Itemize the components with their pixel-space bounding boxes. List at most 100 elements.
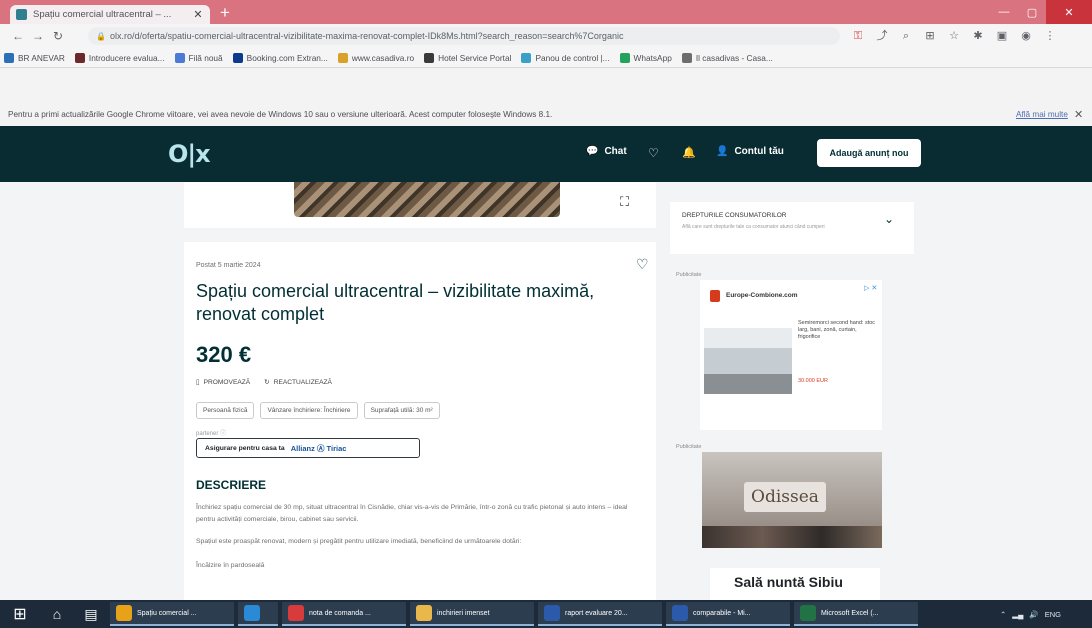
- ad-brand-logo-icon: [710, 290, 720, 302]
- promo-actions: ▯ PROMOVEAZĂ ↻ REACTUALIZEAZĂ: [196, 378, 332, 387]
- extensions-puzzle-icon[interactable]: ✱: [968, 26, 988, 46]
- wedding-hall-ad[interactable]: Sală nuntă Sibiu: [710, 568, 880, 600]
- chevron-down-icon[interactable]: ⌄: [884, 212, 894, 226]
- listing-photo[interactable]: [294, 182, 560, 217]
- chat-label: Chat: [604, 146, 627, 157]
- bookmark-favicon-icon: [4, 52, 14, 63]
- account-label: Contul tău: [734, 146, 784, 157]
- listing-tag: Vânzare închiriere: Închiriere: [260, 402, 358, 419]
- install-icon[interactable]: ⊞: [920, 26, 940, 46]
- bookmark-favicon-icon: [424, 52, 435, 63]
- reload-icon[interactable]: ↻: [48, 26, 68, 46]
- ad-choices-icon[interactable]: ▷ ✕: [864, 284, 877, 292]
- refresh-icon: ↻: [264, 379, 270, 386]
- volume-icon[interactable]: 🔊: [1029, 610, 1038, 619]
- consumer-rights-panel[interactable]: DREPTURILE CONSUMATORILOR Află care sunt…: [670, 202, 914, 254]
- window-minimize-icon[interactable]: —: [990, 0, 1018, 24]
- bookmark-label: Booking.com Extran...: [246, 52, 328, 63]
- task-app-icon: [800, 605, 816, 621]
- learn-more-link[interactable]: Află mai multe: [1016, 110, 1068, 119]
- gallery-card: ⛶: [184, 182, 656, 228]
- listing-price: 320 €: [196, 342, 252, 367]
- home-icon[interactable]: ⌂: [40, 600, 74, 628]
- bookmark-item[interactable]: Il casadivas - Casa...: [681, 52, 773, 63]
- tray-arrow-icon[interactable]: ⌃: [1000, 610, 1006, 619]
- refresh-action[interactable]: ↻ REACTUALIZEAZĂ: [264, 378, 332, 387]
- bookmark-item[interactable]: BR ANEVAR: [4, 52, 65, 63]
- window-maximize-icon[interactable]: ▢: [1018, 0, 1046, 24]
- ad-people-image: [702, 526, 882, 548]
- bookmark-item[interactable]: WhatsApp: [619, 52, 672, 63]
- save-heart-icon[interactable]: ♡: [636, 256, 649, 273]
- venue-ad[interactable]: Odissea: [702, 452, 882, 548]
- file-explorer-icon[interactable]: ▤: [74, 600, 108, 628]
- new-tab-plus-icon[interactable]: +: [216, 4, 234, 22]
- bookmark-item[interactable]: Booking.com Extran...: [232, 52, 328, 63]
- windows-taskbar: ⊞ ⌂ ▤ Spațiu comercial ... nota de comand…: [0, 600, 1092, 628]
- bookmark-item[interactable]: www.casadiva.ro: [337, 52, 415, 63]
- description-paragraph: Închiriez spațiu comercial de 30 mp, sit…: [196, 504, 628, 523]
- browser-tab[interactable]: Spațiu comercial ultracentral – ... ✕: [10, 5, 210, 24]
- chat-link[interactable]: 💬 Chat: [586, 146, 627, 157]
- partner-label: partener ⓘ: [196, 431, 227, 437]
- description-paragraph: Spațiul este proaspăt renovat, modern și…: [196, 538, 522, 545]
- bookmark-icon: ▯: [196, 379, 200, 386]
- forward-arrow-icon[interactable]: →: [28, 26, 48, 46]
- bookmark-item[interactable]: Filă nouă: [174, 52, 223, 63]
- profile-avatar-icon[interactable]: ◉: [1016, 26, 1036, 46]
- olx-logo[interactable]: O|x: [168, 140, 211, 168]
- zoom-icon[interactable]: ⌕: [896, 26, 916, 46]
- task-label: nota de comanda ...: [309, 609, 371, 617]
- insurance-banner[interactable]: Asigurare pentru casa ta Allianz Ⓐ Tiria…: [196, 438, 420, 458]
- update-info-bar: Pentru a primi actualizările Google Chro…: [0, 102, 1092, 126]
- bookmark-favicon-icon: [521, 52, 532, 63]
- bookmark-label: Il casadivas - Casa...: [695, 52, 773, 63]
- fullscreen-expand-icon[interactable]: ⛶: [620, 194, 629, 210]
- back-arrow-icon[interactable]: ←: [8, 26, 28, 46]
- insurance-brand: Allianz Ⓐ Tiriac: [290, 443, 347, 453]
- extension-key-icon[interactable]: ⚿: [848, 26, 868, 46]
- language-indicator[interactable]: ENG: [1045, 610, 1061, 619]
- truck-ad[interactable]: Europe-Combione.com ▷ ✕ Semiremorci seco…: [700, 280, 882, 430]
- share-icon[interactable]: ⤴: [872, 26, 892, 46]
- taskbar-task[interactable]: raport evaluare 20...: [538, 602, 662, 626]
- task-label: inchirieri imenset: [437, 609, 490, 617]
- taskbar-task[interactable]: inchirieri imenset: [410, 602, 534, 626]
- taskbar-task[interactable]: Spațiu comercial ...: [110, 602, 234, 626]
- bookmark-item[interactable]: Introducere evalua...: [74, 52, 165, 63]
- bookmark-favicon-icon: [337, 52, 348, 63]
- info-close-icon[interactable]: ✕: [1074, 108, 1083, 121]
- info-area-background: [0, 68, 1092, 102]
- promote-action[interactable]: ▯ PROMOVEAZĂ: [196, 378, 250, 387]
- ad-truck-image: [704, 328, 792, 394]
- bookmark-item[interactable]: Hotel Service Portal: [424, 52, 511, 63]
- taskbar-task[interactable]: nota de comanda ...: [282, 602, 406, 626]
- taskbar-task[interactable]: [238, 602, 278, 626]
- bookmark-label: www.casadiva.ro: [351, 52, 415, 63]
- address-bar[interactable]: 🔒 olx.ro/d/oferta/spatiu-comercial-ultra…: [88, 27, 840, 45]
- sidepanel-icon[interactable]: ▣: [992, 26, 1012, 46]
- info-message: Pentru a primi actualizările Google Chro…: [8, 109, 553, 119]
- task-app-icon: [544, 605, 560, 621]
- windows-start-icon[interactable]: ⊞: [0, 600, 40, 628]
- notifications-bell-icon[interactable]: 🔔: [682, 146, 696, 159]
- bookmark-label: Filă nouă: [188, 52, 223, 63]
- bookmark-item[interactable]: Panou de control |...: [521, 52, 610, 63]
- insurance-text: Asigurare pentru casa ta: [205, 444, 285, 452]
- description-paragraph: Încălzire în pardoseală: [196, 562, 265, 569]
- tab-close-icon[interactable]: ✕: [192, 8, 204, 21]
- olx-favicon-icon: [16, 9, 27, 20]
- ad-title: Sală nuntă Sibiu: [734, 574, 843, 590]
- bookmark-star-icon[interactable]: ☆: [944, 26, 964, 46]
- taskbar-task[interactable]: comparabile - Mi...: [666, 602, 790, 626]
- window-close-icon[interactable]: ✕: [1046, 0, 1092, 24]
- account-link[interactable]: 👤 Contul tău: [716, 146, 784, 157]
- post-ad-button[interactable]: Adaugă anunț nou: [817, 139, 921, 167]
- bookmarks-bar: BR ANEVAR Introducere evalua... Filă nouă B…: [0, 48, 1092, 68]
- taskbar-task[interactable]: Microsoft Excel (...: [794, 602, 918, 626]
- listing-tag: Suprafață utilă: 30 m²: [363, 402, 440, 419]
- network-icon[interactable]: ▂▄: [1012, 610, 1023, 619]
- favorites-heart-icon[interactable]: ♡: [648, 146, 659, 160]
- bookmark-label: Panou de control |...: [535, 52, 610, 63]
- menu-kebab-icon[interactable]: ⋮: [1040, 26, 1060, 46]
